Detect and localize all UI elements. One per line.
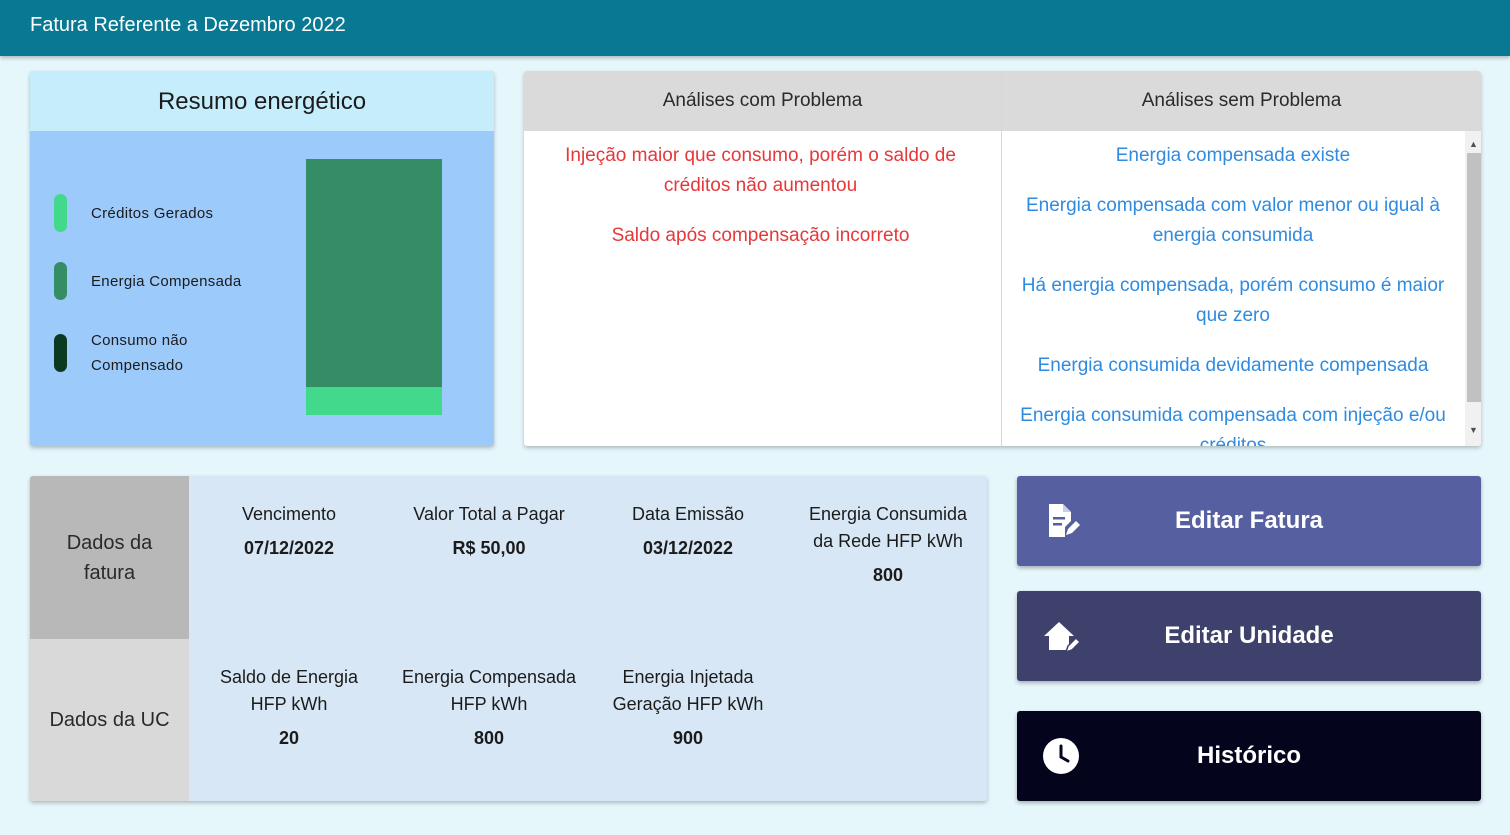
analysis-item-ok: Energia compensada existe — [1115, 145, 1351, 166]
analysis-table: Análises com Problema Análises sem Probl… — [524, 71, 1481, 446]
app-header: Fatura Referente a Dezembro 2022 — [0, 0, 1510, 56]
analysis-item-ok: Energia consumida compensada com injeção… — [1020, 405, 1446, 446]
dados-fatura-label: Dados da fatura — [30, 476, 189, 639]
editar-unidade-label: Editar Unidade — [1164, 622, 1334, 649]
analysis-list-sem-problema[interactable]: Energia compensada existe Energia compen… — [1014, 131, 1452, 446]
historico-button[interactable]: Histórico — [1017, 711, 1481, 801]
editar-unidade-button[interactable]: Editar Unidade — [1017, 591, 1481, 681]
column-header-sem-problema: Análises sem Problema — [1002, 71, 1481, 131]
invoice-data-card: Dados da fatura Dados da UC Vencimento 0… — [30, 476, 987, 801]
analysis-item-problem: Injeção maior que consumo, porém o saldo… — [565, 145, 956, 196]
field-vencimento: Vencimento 07/12/2022 — [241, 504, 337, 558]
dados-uc-label: Dados da UC — [30, 639, 189, 801]
field-energia-consumida: Energia Consumida da Rede HFP kWh 800 — [808, 504, 968, 585]
column-divider — [1001, 71, 1002, 446]
field-energia-injetada: Energia Injetada Geração HFP kWh 900 — [612, 667, 764, 748]
field-energia-compensada: Energia Compensada HFP kWh 800 — [401, 667, 577, 748]
energy-summary-title: Resumo energético — [30, 71, 494, 131]
legend-swatch-compensada — [54, 262, 67, 300]
legend-label: Energia Compensada — [91, 272, 242, 290]
clock-icon — [1043, 738, 1079, 774]
analysis-item-ok: Energia consumida devidamente compensada — [1037, 355, 1429, 376]
scroll-up-arrow-icon[interactable]: ▲ — [1469, 139, 1478, 149]
scroll-down-arrow-icon[interactable]: ▼ — [1469, 425, 1478, 435]
analysis-item-ok: Energia compensada com valor menor ou ig… — [1025, 195, 1440, 246]
analysis-item-problem: Saldo após compensação incorreto — [611, 225, 910, 246]
scrollbar-thumb[interactable] — [1467, 153, 1481, 402]
analysis-scrollbar[interactable]: ▲ ▼ — [1465, 131, 1481, 446]
legend-item-consumo-nao-compensado: Consumo não Compensado — [54, 328, 188, 378]
bar-segment-creditos-gerados — [306, 387, 442, 415]
field-saldo-energia: Saldo de Energia HFP kWh 20 — [219, 667, 359, 748]
edit-document-icon — [1049, 504, 1080, 537]
page-title: Fatura Referente a Dezembro 2022 — [30, 14, 346, 36]
editar-fatura-button[interactable]: Editar Fatura — [1017, 476, 1481, 566]
analysis-item-ok: Há energia compensada, porém consumo é m… — [1021, 275, 1445, 326]
field-valor-total: Valor Total a Pagar R$ 50,00 — [413, 504, 565, 558]
analysis-list-com-problema[interactable]: Injeção maior que consumo, porém o saldo… — [544, 131, 977, 446]
legend-label: Créditos Gerados — [91, 204, 214, 222]
legend-label: Consumo não Compensado — [91, 332, 188, 374]
column-header-com-problema: Análises com Problema — [524, 71, 1001, 131]
field-data-emissao: Data Emissão 03/12/2022 — [631, 504, 745, 558]
legend-swatch-consumo — [54, 334, 67, 372]
legend-item-energia-compensada: Energia Compensada — [54, 262, 242, 300]
energy-summary-card: Resumo energético Créditos Gerados Energ… — [30, 71, 494, 446]
edit-home-icon — [1044, 622, 1081, 654]
energy-stacked-bar — [306, 159, 442, 415]
bar-segment-energia-compensada — [306, 159, 442, 387]
legend-item-creditos-gerados: Créditos Gerados — [54, 194, 213, 232]
editar-fatura-label: Editar Fatura — [1174, 507, 1324, 534]
historico-label: Histórico — [1196, 742, 1301, 769]
legend-swatch-creditos — [54, 194, 67, 232]
